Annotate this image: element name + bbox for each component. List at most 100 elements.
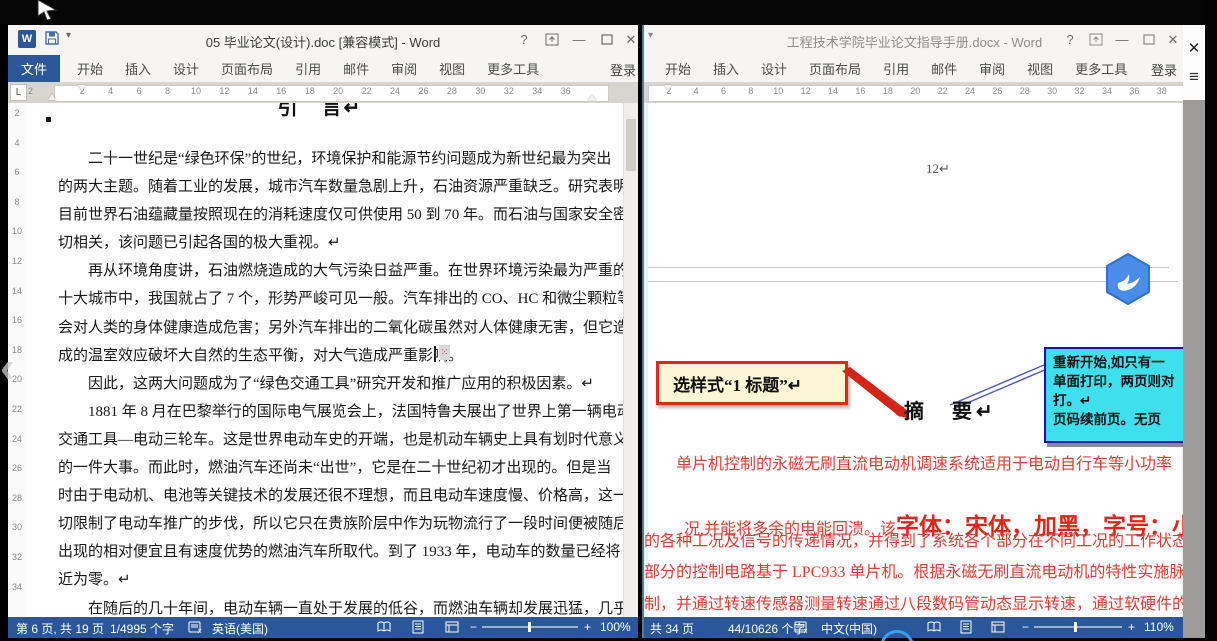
sign-in-link[interactable]: 登录 [610, 60, 636, 79]
ruler-number: 18 [296, 86, 324, 96]
ruler-number: 30 [1038, 86, 1065, 96]
ribbon-display-options-icon[interactable] [541, 30, 563, 50]
ribbon-tab: 插入 [702, 55, 750, 82]
close-button[interactable]: ✕ [1162, 30, 1184, 50]
print-layout-icon[interactable] [410, 620, 426, 634]
proofing-icon[interactable]: x [794, 620, 810, 634]
scrollbar-thumb[interactable] [626, 119, 636, 171]
maximize-button[interactable] [1138, 30, 1160, 50]
ruler-number: 12 [8, 256, 26, 286]
ribbon-tab-list[interactable]: 开始插入设计页面布局引用邮件审阅视图更多工具 [654, 55, 1138, 82]
zoom-slider[interactable] [1034, 626, 1122, 628]
zoom-percentage[interactable]: 110% [1144, 620, 1174, 634]
right-horizontal-ruler[interactable]: 2468101214161820222426283032343638 [644, 82, 1185, 103]
help-icon[interactable]: ? [513, 30, 535, 50]
zoom-slider-thumb[interactable] [1074, 622, 1077, 632]
minimize-button[interactable]: — [568, 30, 590, 50]
text-line: 切相关，该问题已引起各国的极大重视。↵ [58, 231, 624, 259]
first-line-indent-marker[interactable] [78, 85, 86, 91]
right-black-strip [1205, 0, 1217, 641]
zoom-percentage[interactable]: 100% [600, 620, 631, 634]
page-break-line [648, 267, 1169, 268]
hanging-indent-marker[interactable] [48, 94, 56, 100]
ruler-number: 30 [466, 86, 494, 96]
zoom-slider-thumb[interactable] [528, 622, 531, 632]
ruler-number: 8 [8, 197, 26, 227]
left-horizontal-ruler[interactable]: L 2 24681012141618202224262830323436 [8, 82, 638, 103]
page-number: 12↵ [926, 161, 950, 177]
help-icon[interactable]: ? [1059, 30, 1081, 50]
word-count[interactable]: 1/4995 个字 [110, 620, 174, 637]
ruler-number: 22 [352, 86, 380, 96]
cyan-callout: 重新开始,如只有一单面打印，两页则对打。↵页码续前页。无页 [1044, 347, 1185, 443]
ruler-number: 8 [153, 86, 181, 96]
maximize-button[interactable] [596, 30, 618, 50]
ruler-number: 38 [1148, 86, 1175, 96]
svg-text:x: x [804, 628, 808, 634]
ribbon-tab: 审阅 [380, 55, 428, 82]
ruler-number: 34 [1093, 86, 1120, 96]
ribbon-display-options-icon[interactable] [1085, 30, 1107, 50]
zoom-in-button[interactable]: + [584, 620, 591, 634]
text-line: 在随后的几十年间，电动车辆一直处于发展的低谷，而燃油车辆却发展迅猛，几乎 [58, 597, 624, 618]
ruler-number: 20 [902, 86, 929, 96]
ruler-number: 26 [409, 86, 437, 96]
text-cursor [434, 346, 436, 362]
ruler-number: 28 [8, 493, 26, 523]
zoom-out-button[interactable]: − [1022, 620, 1029, 634]
ruler-number: 12 [792, 86, 819, 96]
ruler-number: 2 [8, 108, 26, 138]
proofing-icon[interactable]: x [188, 620, 204, 634]
edit-mark: ⁙ [439, 345, 450, 360]
ruler-number: 34 [8, 582, 26, 612]
side-panel-strip: ✕ ≡ [1183, 25, 1205, 100]
page-indicator[interactable]: 共 34 页 [650, 620, 694, 637]
left-document-page[interactable]: 引 言↵ 二十一世纪是“绿色环保”的世纪，环境保护和能源节约问题成为新世纪最为突… [26, 103, 624, 617]
callout-line: 打。↵ [1053, 391, 1183, 410]
right-indent-marker[interactable] [588, 94, 596, 100]
mouse-cursor-icon [36, 0, 58, 20]
right-document-page[interactable]: 12↵ 选样式“1 标题”↵ 摘 要↵ 重新开始,如只有一单面打印，两页则 [644, 103, 1185, 617]
text-line: 的一件大事。而此时，燃油汽车还尚未“出世”，它是在二十世纪初才出现的。但是当 [58, 456, 624, 484]
zoom-slider[interactable] [482, 626, 578, 628]
minimize-button[interactable]: — [1111, 30, 1133, 50]
ruler-numbers: 2468101214161820222426283032343638 [655, 86, 1175, 96]
tab-selector[interactable]: L [10, 84, 27, 101]
ruler-number: 36 [1121, 86, 1148, 96]
ruler-number: 16 [8, 315, 26, 345]
text-line: 因此，这两大问题成为了“绿色交通工具”研究开发和推广应用的积极因素。↵ [58, 372, 624, 400]
thunder-download-icon[interactable] [1104, 253, 1152, 305]
callout-line: 页码续前页。无页 [1053, 410, 1183, 429]
ruler-number: 16 [847, 86, 874, 96]
text-line: 交通工具—电动三轮车。这是世界电动车史的开端，也是机动车辆史上具有划时代意义 [58, 428, 624, 456]
ruler-number: 10 [182, 86, 210, 96]
ruler-number: 26 [8, 463, 26, 493]
page-indicator[interactable]: 第 6 页, 共 19 页 [16, 620, 104, 637]
bullet-square [46, 117, 51, 122]
first-line-indent-marker[interactable] [664, 85, 672, 91]
zoom-in-button[interactable]: + [1128, 620, 1135, 634]
sign-in-link[interactable]: 登录 [1151, 60, 1177, 79]
ruler-number: 4 [96, 86, 124, 96]
read-mode-icon[interactable] [926, 620, 942, 634]
language-indicator[interactable]: 中文(中国) [821, 620, 877, 637]
language-indicator[interactable]: 英语(美国) [212, 620, 268, 637]
ruler-number: 24 [956, 86, 983, 96]
web-layout-icon[interactable] [990, 620, 1006, 634]
back-chevron-icon[interactable]: ‹ [0, 348, 15, 388]
text-line: 再从环境角度讲，石油燃烧造成的大气污染日益严重。在世界环境污染最为严重的 [58, 259, 624, 287]
read-mode-icon[interactable] [376, 620, 392, 634]
zoom-out-button[interactable]: − [470, 620, 477, 634]
ruler-number: 22 [8, 404, 26, 434]
ribbon-tab-list[interactable]: 开始插入设计页面布局引用邮件审阅视图更多工具 [66, 55, 550, 82]
print-layout-icon[interactable] [958, 620, 974, 634]
overlay-close-icon[interactable]: ✕ [1183, 39, 1205, 57]
file-tab[interactable]: 文件 [8, 55, 60, 82]
close-button[interactable]: ✕ [620, 30, 642, 50]
ruler-number: 14 [239, 86, 267, 96]
overlay-menu-icon[interactable]: ≡ [1183, 67, 1205, 87]
left-vertical-scrollbar[interactable] [623, 103, 638, 617]
ruler-number: 4 [8, 138, 26, 168]
web-layout-icon[interactable] [444, 620, 460, 634]
left-status-bar: 第 6 页, 共 19 页 1/4995 个字 x 英语(美国) − + 100… [8, 617, 638, 638]
